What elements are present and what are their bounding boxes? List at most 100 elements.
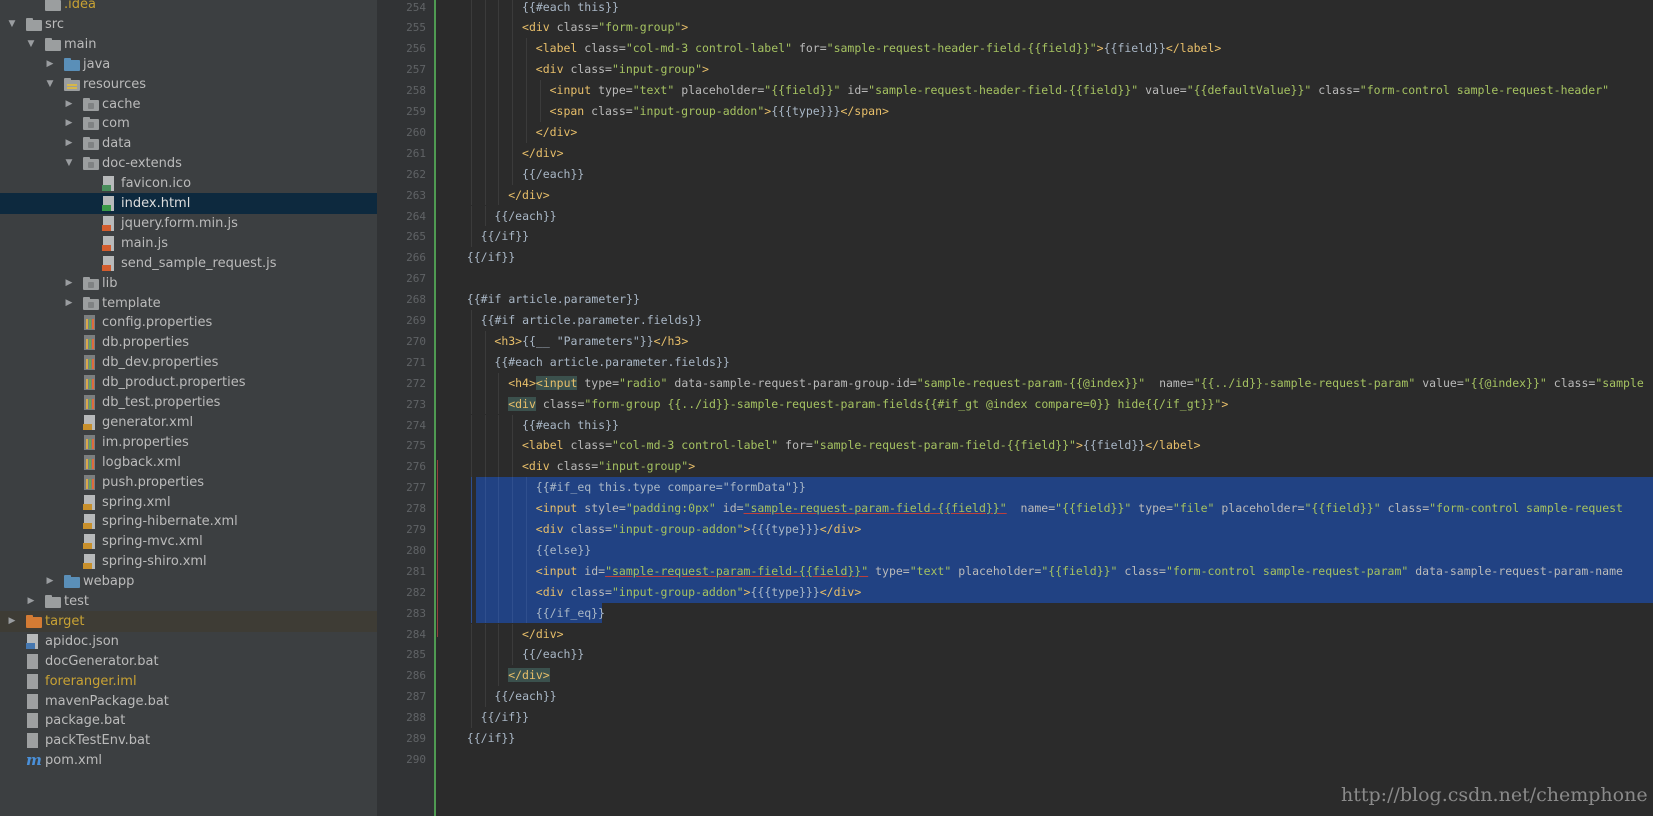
tree-item-db-dev-properties[interactable]: db_dev.properties — [0, 352, 397, 373]
tree-item-jquery-form-min-js[interactable]: jquery.form.min.js — [0, 213, 397, 234]
code-line[interactable]: {{/if_eq}} — [536, 603, 605, 624]
collapsed-arrow-icon[interactable]: ▶ — [63, 133, 75, 154]
code-token: <label — [535, 41, 578, 56]
tree-item-push-properties[interactable]: push.properties — [0, 472, 397, 493]
tree-item-cache[interactable]: ▶ cache — [0, 94, 397, 115]
code-line[interactable]: <div class="form-group"> — [522, 17, 688, 38]
code-line[interactable]: {{/if}} — [467, 728, 515, 749]
tree-item-im-properties[interactable]: im.properties — [0, 432, 397, 453]
fold-marker[interactable] — [437, 460, 438, 638]
code-line[interactable]: {{/if}} — [481, 226, 529, 247]
code-line[interactable]: <div class="input-group-addon">{{{type}}… — [536, 519, 861, 540]
expanded-arrow-icon[interactable]: ▼ — [6, 14, 18, 35]
tree-item-spring-mvc-xml[interactable]: spring-mvc.xml — [0, 531, 397, 552]
tree-item-spring-hibernate-xml[interactable]: spring-hibernate.xml — [0, 511, 397, 532]
tree-item-spring-xml[interactable]: spring.xml — [0, 492, 397, 513]
code-line[interactable]: </div> — [508, 185, 550, 206]
tree-item-label: generator.xml — [102, 414, 194, 430]
tree-item-favicon-ico[interactable]: favicon.ico — [0, 173, 397, 194]
code-line[interactable]: <div class="input-group"> — [522, 456, 695, 477]
tree-item-pom-xml[interactable]: m pom.xml — [0, 750, 397, 771]
collapsed-arrow-icon[interactable]: ▶ — [63, 293, 75, 314]
tree-item--idea[interactable]: .idea — [0, 0, 397, 15]
expanded-arrow-icon[interactable]: ▼ — [63, 153, 75, 174]
code-line[interactable]: <div class="form-group {{../id}}-sample-… — [508, 394, 1228, 415]
code-line[interactable]: {{else}} — [536, 540, 591, 561]
code-editor[interactable]: {{#each this}} <div class="form-group"> <l… — [436, 0, 1653, 816]
tree-item-java[interactable]: ▶ java — [0, 54, 397, 75]
collapsed-arrow-icon[interactable]: ▶ — [63, 94, 75, 115]
code-line[interactable]: </div> — [522, 624, 564, 645]
code-token: {{/each}} — [494, 689, 557, 704]
indent-guide — [498, 372, 500, 394]
tree-item-package-bat[interactable]: package.bat — [0, 710, 397, 731]
code-line[interactable]: {{/if}} — [467, 247, 515, 268]
project-tree-panel[interactable]: .idea ▼ src ▼ main ▶ java ▼ resources ▶ cache ▶ com ▶… — [0, 0, 397, 816]
tree-item-db-properties[interactable]: db.properties — [0, 332, 397, 353]
tree-item-test[interactable]: ▶ test — [0, 591, 397, 612]
expanded-arrow-icon[interactable]: ▼ — [44, 74, 56, 95]
tree-item-mavenpackage-bat[interactable]: mavenPackage.bat — [0, 691, 397, 712]
code-line[interactable]: {{#if_eq this.type compare="formData"}} — [536, 477, 806, 498]
collapsed-arrow-icon[interactable]: ▶ — [44, 54, 56, 75]
tree-item-webapp[interactable]: ▶ webapp — [0, 571, 397, 592]
tree-item-target[interactable]: ▶ target — [0, 610, 397, 632]
expanded-arrow-icon[interactable]: ▼ — [25, 34, 37, 55]
collapsed-arrow-icon[interactable]: ▶ — [6, 611, 18, 632]
code-line[interactable]: <div class="input-group-addon">{{{type}}… — [536, 582, 861, 603]
tree-item-send-sample-request-js[interactable]: send_sample_request.js — [0, 253, 397, 274]
code-line[interactable]: {{#each article.parameter.fields}} — [494, 352, 729, 373]
tree-item-src[interactable]: ▼ src — [0, 14, 397, 35]
code-line[interactable]: {{#if article.parameter.fields}} — [481, 310, 703, 331]
code-line[interactable]: {{#each this}} — [522, 415, 619, 436]
code-line[interactable]: {{/each}} — [494, 206, 556, 227]
tree-item-data[interactable]: ▶ data — [0, 133, 397, 154]
tree-item-db-product-properties[interactable]: db_product.properties — [0, 372, 397, 393]
code-line[interactable]: {{/each}} — [494, 686, 556, 707]
tree-item-main-js[interactable]: main.js — [0, 233, 397, 254]
tree-item-spring-shiro-xml[interactable]: spring-shiro.xml — [0, 551, 397, 572]
code-line[interactable]: <h3>{{__ "Parameters"}}</h3> — [494, 331, 688, 352]
code-line[interactable]: {{/each}} — [522, 164, 584, 185]
collapsed-arrow-icon[interactable]: ▶ — [25, 591, 37, 612]
code-line[interactable]: {{#if article.parameter}} — [467, 289, 640, 310]
code-line[interactable]: </div> — [522, 143, 564, 164]
tree-item-resources[interactable]: ▼ resources — [0, 74, 397, 95]
tree-item-logback-xml[interactable]: logback.xml — [0, 452, 397, 473]
code-token: <label — [522, 438, 564, 453]
code-line[interactable]: {{/if}} — [481, 707, 529, 728]
code-line[interactable]: <label class="col-md-3 control-label" fo… — [536, 38, 1222, 59]
indent-guide — [470, 435, 472, 457]
tree-item-config-properties[interactable]: config.properties — [0, 312, 397, 333]
collapsed-arrow-icon[interactable]: ▶ — [44, 571, 56, 592]
tree-item-docgenerator-bat[interactable]: docGenerator.bat — [0, 651, 397, 672]
tree-item-db-test-properties[interactable]: db_test.properties — [0, 392, 397, 413]
tree-item-com[interactable]: ▶ com — [0, 113, 397, 134]
tree-item-generator-xml[interactable]: generator.xml — [0, 412, 397, 433]
code-line[interactable]: <input type="text" placeholder="{{field}… — [550, 80, 1609, 101]
code-line[interactable]: </div> — [536, 122, 578, 143]
code-line[interactable]: <span class="input-group-addon">{{{type}… — [550, 101, 889, 122]
code-line[interactable]: </div> — [508, 665, 550, 686]
tree-item-apidoc-json[interactable]: apidoc.json — [0, 631, 397, 652]
indent-guide — [484, 330, 486, 352]
collapsed-arrow-icon[interactable]: ▶ — [63, 273, 75, 294]
tree-item-packtestenv-bat[interactable]: packTestEnv.bat — [0, 730, 397, 751]
line-number: 289 — [406, 732, 426, 745]
code-line[interactable]: <div class="input-group"> — [536, 59, 709, 80]
code-line[interactable]: {{/each}} — [522, 644, 584, 665]
code-line[interactable]: <label class="col-md-3 control-label" fo… — [522, 435, 1201, 456]
tree-item-main[interactable]: ▼ main — [0, 34, 397, 55]
code-token: > — [688, 459, 696, 474]
tree-item-doc-extends[interactable]: ▼ doc-extends — [0, 153, 397, 174]
tree-item-foreranger-iml[interactable]: foreranger.iml — [0, 671, 397, 692]
collapsed-arrow-icon[interactable]: ▶ — [63, 113, 75, 134]
tree-item-lib[interactable]: ▶ lib — [0, 273, 397, 294]
code-line[interactable]: {{#each this}} — [522, 0, 619, 18]
code-line[interactable]: <input id="sample-request-param-field-{{… — [536, 561, 1623, 582]
code-token: </div> — [508, 668, 550, 683]
code-line[interactable]: <h4><input type="radio" data-sample-requ… — [508, 373, 1644, 394]
code-line[interactable]: <input style="padding:0px" id="sample-re… — [536, 498, 1623, 519]
tree-item-index-html[interactable]: index.html — [0, 193, 397, 214]
tree-item-template[interactable]: ▶ template — [0, 293, 397, 314]
